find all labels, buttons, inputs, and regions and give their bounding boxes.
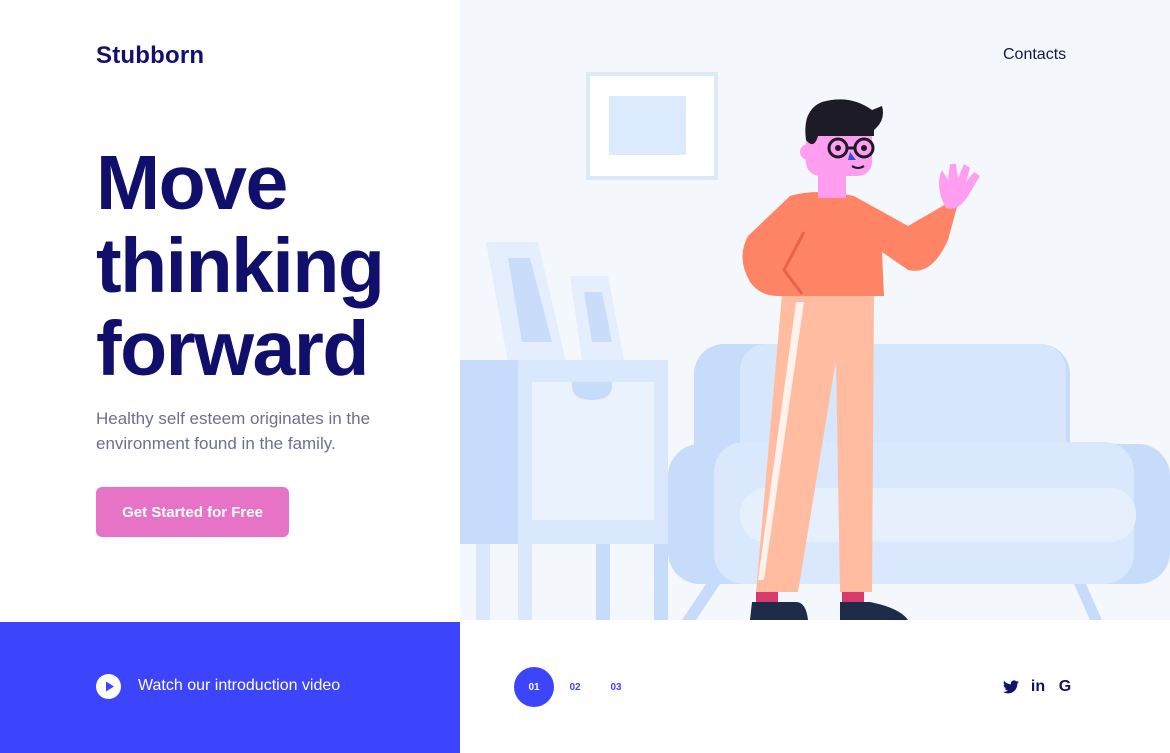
get-started-button[interactable]: Get Started for Free (96, 487, 289, 537)
headline-line-2: thinking (96, 223, 385, 309)
pager-item-3[interactable]: 03 (596, 667, 636, 707)
intro-video-label: Watch our introduction video (138, 677, 341, 694)
illustration-panel: Contacts (460, 0, 1170, 620)
hero-illustration (460, 72, 1170, 620)
landing-page: Stubborn Move thinking forward Healthy s… (0, 0, 1170, 753)
headline-line-3: forward (96, 306, 369, 392)
hero-headline: Move thinking forward (96, 140, 385, 392)
linkedin-glyph: in (1030, 678, 1046, 695)
play-icon[interactable] (96, 674, 121, 699)
contacts-link[interactable]: Contacts (1003, 46, 1066, 64)
pager-item-1[interactable]: 01 (514, 667, 554, 707)
intro-video-button[interactable]: Watch our introduction video (0, 622, 460, 753)
leaning-frames (486, 242, 624, 362)
linkedin-icon[interactable]: in (1028, 678, 1048, 696)
pager-item-2[interactable]: 02 (555, 667, 595, 707)
hero-subtitle: Healthy self esteem originates in the en… (96, 409, 371, 453)
google-icon[interactable]: G (1055, 678, 1075, 696)
side-table (460, 360, 668, 620)
headline-line-1: Move (96, 140, 288, 226)
logo[interactable]: Stubborn (96, 42, 204, 70)
twitter-icon[interactable] (1001, 678, 1021, 696)
social-links: in G (1001, 678, 1082, 696)
sofa (668, 344, 1170, 620)
footer-bar: 01 02 03 in G (460, 620, 1170, 753)
slide-pager: 01 02 03 (514, 667, 637, 707)
wall-picture (586, 72, 718, 180)
hero-panel: Stubborn Move thinking forward Healthy s… (0, 0, 460, 622)
google-glyph: G (1058, 678, 1072, 695)
